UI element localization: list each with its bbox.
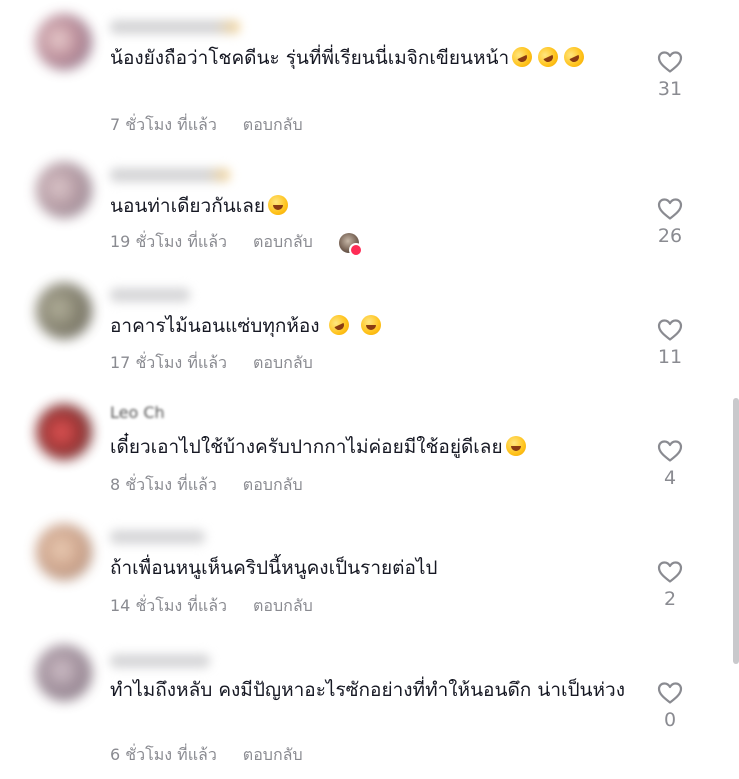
comment-time: 19 ชั่วโมง ที่แล้ว [110, 232, 227, 251]
comment-meta: 8 ชั่วโมง ที่แล้ว ตอบกลับ [110, 473, 303, 498]
heart-outline-icon[interactable] [657, 681, 683, 705]
comment-text: อาคารไม้นอนแซ่บทุกห้อง [110, 311, 620, 340]
heart-outline-icon[interactable] [657, 50, 683, 74]
comment-meta: 19 ชั่วโมง ที่แล้ว ตอบกลับ [110, 230, 363, 257]
rofl-emoji-icon [508, 43, 536, 71]
comment-meta: 17 ชั่วโมง ที่แล้ว ตอบกลับ [110, 351, 313, 376]
scrollbar-thumb[interactable] [733, 398, 739, 664]
reply-button[interactable]: ตอบกลับ [243, 473, 303, 498]
like-button[interactable]: 4 [650, 439, 690, 489]
comment-time: 7 ชั่วโมง ที่แล้ว [110, 115, 217, 134]
author-name[interactable]: Leo Ch [110, 403, 165, 422]
heart-outline-icon[interactable] [657, 560, 683, 584]
like-button[interactable]: 26 [650, 197, 690, 247]
like-button[interactable]: 31 [650, 50, 690, 100]
comment-text: เดี๋ยวเอาไปใช้บ้างครับปากกาไม่ค่อยมีใช้อ… [110, 433, 620, 461]
reply-button[interactable]: ตอบกลับ [243, 113, 303, 138]
rofl-emoji-icon [325, 311, 352, 339]
like-count: 2 [663, 588, 677, 610]
username-blurred[interactable] [110, 168, 230, 182]
avatar[interactable] [36, 645, 92, 701]
reply-button[interactable]: ตอบกลับ [253, 230, 313, 255]
reply-button[interactable]: ตอบกลับ [243, 743, 303, 768]
comment-time: 17 ชั่วโมง ที่แล้ว [110, 353, 227, 372]
creator-liked-icon [338, 232, 363, 257]
rofl-emoji-icon [560, 43, 588, 71]
username-blurred[interactable] [110, 530, 205, 544]
username-blurred[interactable] [110, 20, 240, 34]
reply-button[interactable]: ตอบกลับ [253, 594, 313, 619]
comment-time: 6 ชั่วโมง ที่แล้ว [110, 745, 217, 764]
comment-text: ถ้าเพื่อนหนูเห็นคริปนี้หนูคงเป็นรายต่อไป [110, 557, 438, 579]
comment-meta: 14 ชั่วโมง ที่แล้ว ตอบกลับ [110, 594, 313, 619]
like-count: 31 [657, 78, 683, 100]
joy-emoji-icon [360, 315, 381, 335]
username-blurred[interactable] [110, 654, 210, 668]
like-count: 0 [663, 709, 677, 731]
reply-button[interactable]: ตอบกลับ [253, 351, 313, 376]
like-count: 26 [657, 225, 683, 247]
avatar[interactable] [36, 14, 92, 70]
comment-time: 8 ชั่วโมง ที่แล้ว [110, 475, 217, 494]
like-button[interactable]: 0 [650, 681, 690, 731]
like-button[interactable]: 2 [650, 560, 690, 610]
comment-time: 14 ชั่วโมง ที่แล้ว [110, 596, 227, 615]
comment-text: น้องยังถือว่าโชคดีนะ รุ่นที่พี่เรียนนี่เ… [110, 43, 620, 72]
comment-text: ทำไมถึงหลับ คงมีปัญหาอะไรซักอย่างที่ทำให… [110, 679, 626, 701]
like-button[interactable]: 11 [650, 318, 690, 368]
like-count: 4 [663, 467, 677, 489]
comment-meta: 7 ชั่วโมง ที่แล้ว ตอบกลับ [110, 113, 303, 138]
comment-text: นอนท่าเดียวกันเลย [110, 192, 620, 220]
heart-outline-icon[interactable] [657, 197, 683, 221]
avatar[interactable] [36, 524, 92, 580]
heart-outline-icon[interactable] [657, 439, 683, 463]
username-blurred[interactable] [110, 288, 190, 302]
joy-emoji-icon [267, 195, 288, 215]
like-count: 11 [657, 346, 683, 368]
avatar[interactable] [36, 404, 92, 460]
avatar[interactable] [36, 162, 92, 218]
avatar[interactable] [36, 283, 92, 339]
heart-outline-icon[interactable] [657, 318, 683, 342]
joy-emoji-icon [505, 436, 526, 456]
comment-meta: 6 ชั่วโมง ที่แล้ว ตอบกลับ [110, 743, 303, 768]
rofl-emoji-icon [534, 43, 562, 71]
